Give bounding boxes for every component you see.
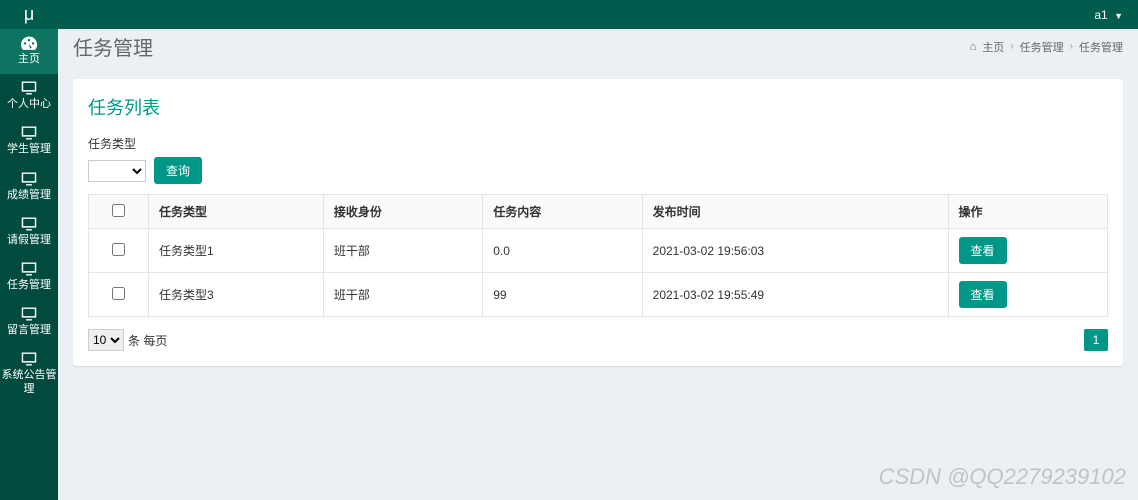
view-button[interactable]: 查看	[959, 281, 1007, 308]
sidebar-item-messages[interactable]: 留言管理	[0, 300, 58, 345]
chevron-right-icon: ›	[1010, 41, 1013, 52]
monitor-icon	[20, 171, 38, 187]
sidebar-item-grades[interactable]: 成绩管理	[0, 165, 58, 210]
select-all-checkbox[interactable]	[112, 204, 125, 217]
filter-row: 任务类型 查询	[88, 135, 1108, 184]
table-row: 任务类型1 班干部 0.0 2021-03-02 19:56:03 查看	[89, 229, 1108, 273]
sidebar-item-label: 成绩管理	[7, 189, 51, 202]
content-header: 任务管理 ⌂ 主页 › 任务管理 › 任务管理	[58, 29, 1138, 64]
breadcrumb-home[interactable]: 主页	[982, 39, 1004, 55]
monitor-icon	[20, 125, 38, 141]
sidebar-item-profile[interactable]: 个人中心	[0, 74, 58, 119]
sidebar-item-label: 系统公告管理	[0, 369, 58, 395]
chevron-right-icon: ›	[1070, 41, 1073, 52]
breadcrumb-mid[interactable]: 任务管理	[1020, 39, 1064, 55]
cell-action: 查看	[948, 273, 1107, 317]
view-button[interactable]: 查看	[959, 237, 1007, 264]
page-button-1[interactable]: 1	[1084, 329, 1108, 351]
cell-role: 班干部	[323, 273, 482, 317]
sidebar: μ 主页 个人中心 学生管理 成绩管理 请假管理 任务管理 留言管理 系统公告管…	[0, 0, 58, 500]
cell-time: 2021-03-02 19:55:49	[642, 273, 948, 317]
page-title: 任务管理	[73, 32, 153, 61]
sidebar-item-tasks[interactable]: 任务管理	[0, 255, 58, 300]
monitor-icon	[20, 80, 38, 96]
cell-type: 任务类型1	[149, 229, 324, 273]
sidebar-item-label: 个人中心	[7, 98, 51, 111]
column-content: 任务内容	[483, 195, 642, 229]
pagination-row: 10 条 每页 1	[88, 329, 1108, 351]
panel: 任务列表 任务类型 查询 任务类型 接收身份 任务内容 发布时间 操作	[73, 79, 1123, 366]
sidebar-item-label: 学生管理	[7, 143, 51, 156]
logo: μ	[0, 0, 58, 29]
sidebar-item-announcements[interactable]: 系统公告管理	[0, 345, 58, 403]
task-table: 任务类型 接收身份 任务内容 发布时间 操作 任务类型1 班干部 0.0 202…	[88, 194, 1108, 317]
cell-content: 99	[483, 273, 642, 317]
pagination: 1	[1084, 329, 1108, 351]
sidebar-item-label: 主页	[18, 53, 40, 66]
chevron-down-icon: ▼	[1114, 11, 1123, 21]
page-size-select[interactable]: 10	[88, 329, 124, 351]
row-checkbox[interactable]	[112, 287, 125, 300]
sidebar-item-students[interactable]: 学生管理	[0, 119, 58, 164]
cell-content: 0.0	[483, 229, 642, 273]
user-name: a1	[1094, 8, 1107, 22]
page-size-suffix: 条 每页	[128, 332, 167, 349]
dashboard-icon	[19, 35, 39, 51]
column-type: 任务类型	[149, 195, 324, 229]
home-icon: ⌂	[970, 41, 977, 53]
monitor-icon	[20, 306, 38, 322]
sidebar-item-label: 请假管理	[7, 234, 51, 247]
sidebar-item-home[interactable]: 主页	[0, 29, 58, 74]
page-size: 10 条 每页	[88, 329, 167, 351]
filter-type-select[interactable]	[88, 160, 146, 182]
cell-action: 查看	[948, 229, 1107, 273]
breadcrumb: ⌂ 主页 › 任务管理 › 任务管理	[970, 39, 1123, 55]
table-row: 任务类型3 班干部 99 2021-03-02 19:55:49 查看	[89, 273, 1108, 317]
topbar: a1 ▼	[58, 0, 1138, 29]
content: 任务列表 任务类型 查询 任务类型 接收身份 任务内容 发布时间 操作	[58, 64, 1138, 500]
search-button[interactable]: 查询	[154, 157, 202, 184]
monitor-icon	[20, 351, 38, 367]
sidebar-item-label: 留言管理	[7, 324, 51, 337]
panel-title: 任务列表	[88, 94, 1108, 120]
cell-time: 2021-03-02 19:56:03	[642, 229, 948, 273]
user-menu[interactable]: a1 ▼	[1094, 8, 1123, 22]
column-checkbox	[89, 195, 149, 229]
sidebar-item-label: 任务管理	[7, 279, 51, 292]
sidebar-item-leave[interactable]: 请假管理	[0, 210, 58, 255]
filter-label: 任务类型	[88, 135, 1108, 152]
monitor-icon	[20, 216, 38, 232]
column-role: 接收身份	[323, 195, 482, 229]
cell-type: 任务类型3	[149, 273, 324, 317]
column-time: 发布时间	[642, 195, 948, 229]
monitor-icon	[20, 261, 38, 277]
row-checkbox[interactable]	[112, 243, 125, 256]
column-action: 操作	[948, 195, 1107, 229]
cell-role: 班干部	[323, 229, 482, 273]
breadcrumb-current: 任务管理	[1079, 39, 1123, 55]
